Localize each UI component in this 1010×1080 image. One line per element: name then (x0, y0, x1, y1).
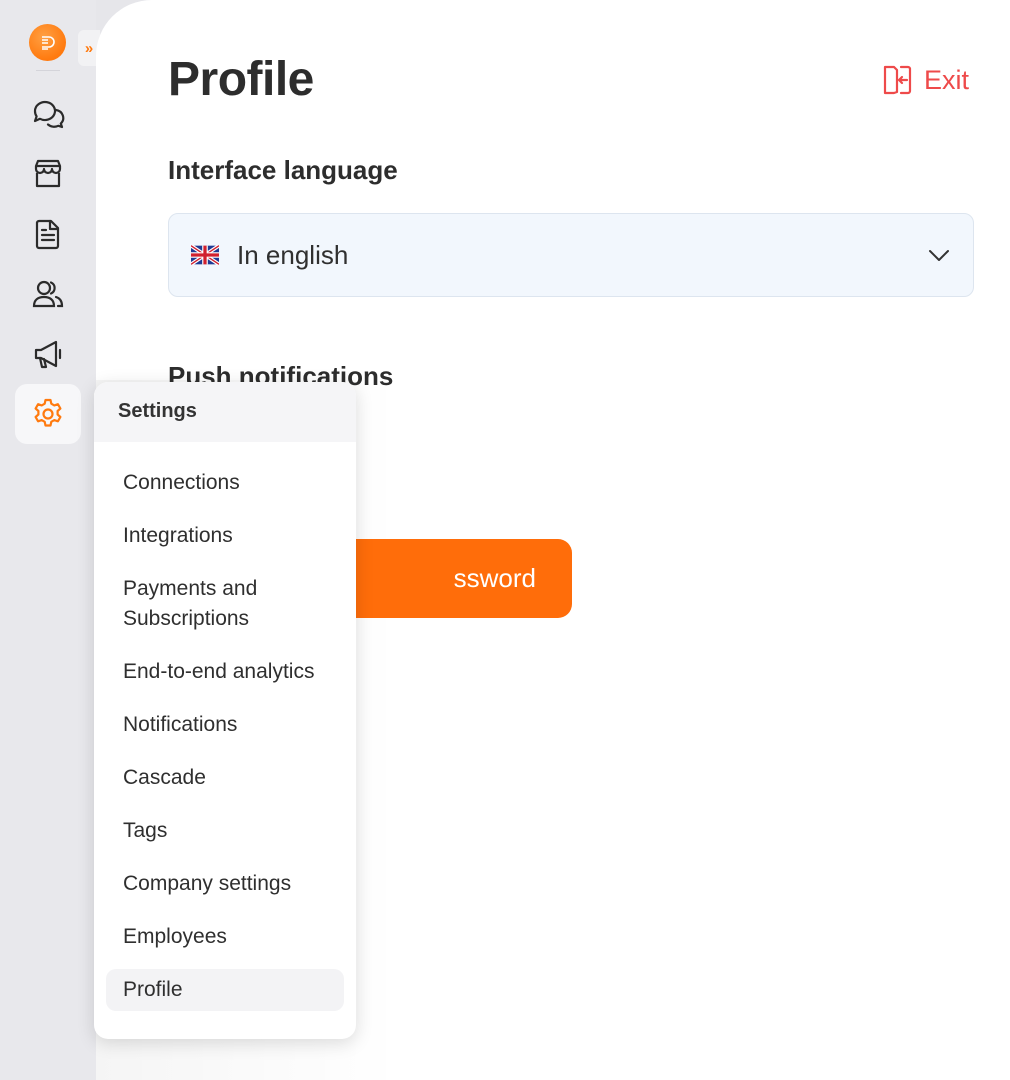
menu-item-integrations[interactable]: Integrations (106, 515, 344, 557)
menu-item-tags[interactable]: Tags (106, 810, 344, 852)
menu-item-analytics[interactable]: End-to-end analytics (106, 651, 344, 693)
chevron-down-icon (929, 250, 949, 261)
settings-menu: Settings Connections Integrations Paymen… (94, 382, 356, 1039)
document-icon (35, 219, 60, 250)
sidebar-item-users[interactable] (15, 264, 81, 324)
menu-item-connections[interactable]: Connections (106, 462, 344, 504)
language-value: In english (237, 239, 349, 270)
exit-door-icon (883, 65, 912, 95)
divider (36, 70, 60, 71)
menu-item-notifications[interactable]: Notifications (106, 704, 344, 746)
sidebar-item-campaigns[interactable] (15, 324, 81, 384)
chats-icon (33, 100, 65, 129)
sidebar-item-settings[interactable] (15, 384, 81, 444)
sidebar-item-store[interactable] (15, 144, 81, 204)
change-password-label: ssword (453, 563, 536, 593)
settings-menu-list: Connections Integrations Payments and Su… (94, 442, 356, 1011)
logo[interactable] (29, 24, 66, 61)
menu-item-cascade[interactable]: Cascade (106, 757, 344, 799)
sidebar: » (0, 0, 100, 1080)
users-icon (32, 280, 64, 308)
logo-icon (41, 35, 55, 50)
store-icon (34, 159, 62, 188)
menu-item-employees[interactable]: Employees (106, 916, 344, 958)
interface-language-label: Interface language (168, 155, 398, 185)
app-window: » Profile Exit Interface language In eng… (0, 0, 1010, 1080)
uk-flag-icon (191, 245, 219, 265)
menu-item-profile[interactable]: Profile (106, 969, 344, 1011)
megaphone-icon (34, 340, 62, 369)
exit-button[interactable]: Exit (882, 62, 969, 98)
menu-item-company-settings[interactable]: Company settings (106, 863, 344, 905)
settings-menu-header: Settings (94, 382, 356, 442)
sidebar-item-chats[interactable] (15, 84, 81, 144)
page-title: Profile (168, 53, 314, 106)
chevrons-right-icon: » (84, 39, 94, 57)
language-select[interactable]: In english (168, 213, 974, 297)
exit-label: Exit (924, 64, 970, 95)
sidebar-item-documents[interactable] (15, 204, 81, 264)
menu-item-payments[interactable]: Payments and Subscriptions (106, 568, 344, 640)
gear-icon (34, 398, 62, 427)
